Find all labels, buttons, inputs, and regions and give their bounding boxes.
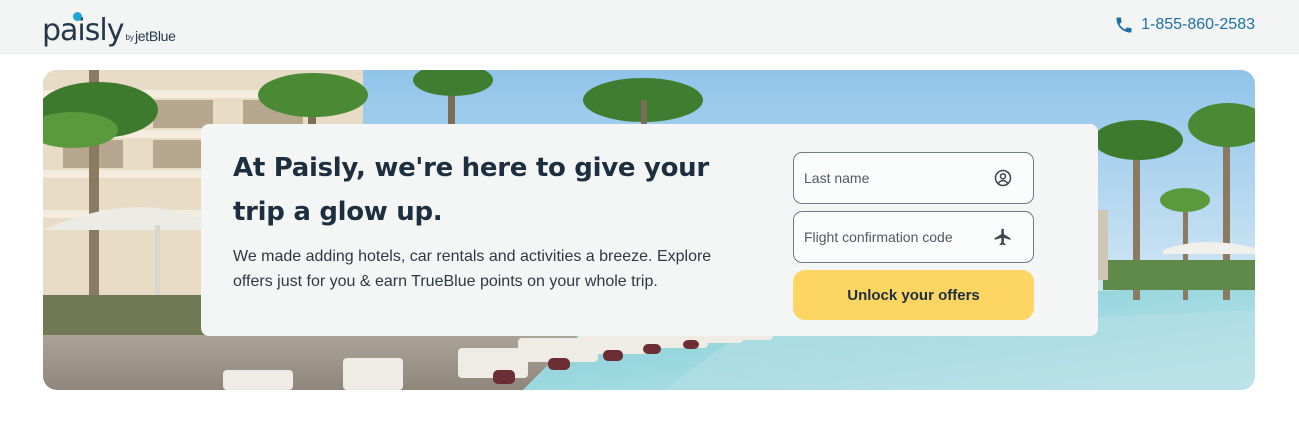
site-header: paisly by jetBlue 1-855-860-2583 bbox=[0, 0, 1299, 54]
confirmation-code-input[interactable] bbox=[804, 212, 979, 262]
hero-description: We made adding hotels, car rentals and a… bbox=[233, 248, 712, 290]
user-circle-icon bbox=[994, 169, 1012, 187]
logo-dot-icon bbox=[73, 12, 82, 21]
logo-jetblue-text: jetBlue bbox=[134, 28, 176, 44]
unlock-offers-button[interactable]: Unlock your offers bbox=[793, 270, 1034, 320]
logo-wordmark: paisly bbox=[42, 12, 124, 48]
confirmation-code-field[interactable] bbox=[793, 211, 1034, 263]
paisly-logo[interactable]: paisly by jetBlue bbox=[42, 8, 176, 48]
hero-headline: At Paisly, we're here to give your trip … bbox=[233, 153, 709, 227]
last-name-field[interactable] bbox=[793, 152, 1034, 204]
phone-icon bbox=[1116, 17, 1132, 33]
logo-by-text: by bbox=[125, 33, 134, 42]
hero-banner: At Paisly, we're here to give your trip … bbox=[43, 70, 1255, 390]
last-name-input[interactable] bbox=[804, 153, 979, 203]
phone-number: 1-855-860-2583 bbox=[1141, 16, 1255, 33]
phone-link[interactable]: 1-855-860-2583 bbox=[1114, 15, 1255, 35]
airplane-icon bbox=[994, 228, 1011, 246]
offer-card: At Paisly, we're here to give your trip … bbox=[201, 124, 1098, 336]
